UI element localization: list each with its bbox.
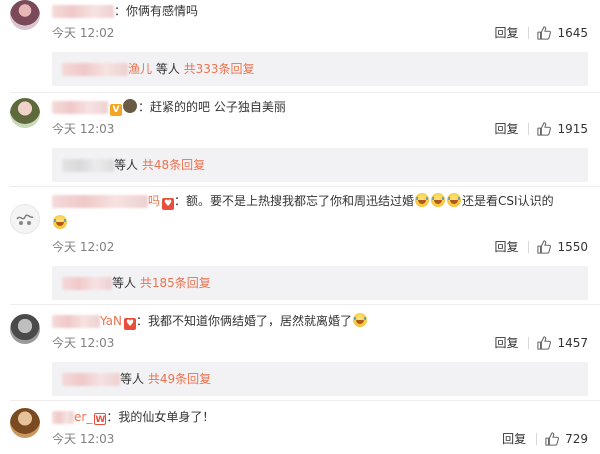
like-button[interactable]: 729 [545,430,588,448]
divider [10,186,600,187]
reply-mid-text: 等人 [112,276,140,290]
timestamp: 今天 12:03 [52,432,115,446]
comment-meta: 今天 12:03 回复 729 [52,430,588,448]
comment-text-line: V ：赶紧的的吧 公子独自美丽 [52,96,588,118]
username[interactable]: 吗 [148,194,160,208]
divider [10,92,600,93]
laugh-cry-emoji-icon [353,313,368,327]
divider [10,304,600,305]
separator: ： [174,194,187,208]
thumbs-up-icon [537,336,552,350]
comment-text-continued: 还是看CSI认识的 [462,194,554,208]
like-button[interactable]: 1915 [537,120,588,138]
avatar[interactable] [10,314,40,344]
reply-users-blurred [62,63,128,76]
laugh-cry-emoji-icon [53,215,67,229]
divider [10,400,600,401]
reply-mid-text: 等人 [114,158,142,172]
separator: ： [106,410,119,424]
like-button[interactable]: 1645 [537,24,588,42]
divider [536,433,538,445]
thumbs-up-icon [537,26,552,40]
timestamp: 今天 12:03 [52,122,115,136]
like-count: 729 [565,432,588,446]
reply-summary[interactable]: 等人 共49条回复 [52,362,588,396]
reply-button[interactable]: 回复 [502,430,526,448]
thumbs-up-icon [537,122,552,136]
avatar[interactable] [10,204,40,234]
vip-badge-icon: ♥ [162,198,175,210]
username[interactable]: er_ [74,410,92,424]
comment-text: 额。要不是上热搜我都忘了你和周迅结过婚 [186,194,415,208]
separator: ： [136,314,149,328]
laugh-cry-emoji-icon [447,193,462,207]
username-blurred[interactable] [52,315,100,328]
comment-text-line: 吗 ♥ ：额。要不是上热搜我都忘了你和周迅结过婚 还是看CSI认识的 [52,190,588,212]
comment-meta: 今天 12:03 回复 1915 [52,120,588,138]
reply-count-link[interactable]: 共185条回复 [140,276,211,290]
avatar-badge-icon [123,99,137,113]
reply-users-blurred [62,159,114,172]
reply-summary[interactable]: 等人 共185条回复 [52,266,588,300]
timestamp: 今天 12:02 [52,26,115,40]
reply-button[interactable]: 回复 [494,238,518,256]
reply-summary[interactable]: 等人 共48条回复 [52,148,588,182]
reply-button[interactable]: 回复 [494,334,518,352]
username-blurred[interactable] [52,101,108,114]
reply-mid-text: 等人 [120,372,148,386]
reply-count-link[interactable]: 共333条回复 [184,62,255,76]
thumbs-up-icon [537,240,552,254]
avatar-sketch-icon [16,214,34,225]
divider [528,27,530,39]
comment-text-line: YaN ♥ ：我都不知道你俩结婚了，居然就离婚了 [52,310,588,332]
avatar[interactable] [10,0,40,30]
comment-text-line: ：你俩有感情吗 [52,0,588,22]
comment-text-line: er_ W：我的仙女单身了！ [52,406,588,428]
vip-badge-icon: ♥ [124,318,137,330]
avatar[interactable] [10,98,40,128]
like-count: 1915 [557,122,588,136]
reply-button[interactable]: 回复 [494,24,518,42]
comment-text: 我都不知道你俩结婚了，居然就离婚了 [148,314,353,328]
separator: ： [138,100,151,114]
vip-badge-icon: W [94,413,107,425]
comment-text-line-2 [52,212,588,234]
comment-meta: 今天 12:03 回复 1457 [52,334,588,352]
like-button[interactable]: 1550 [537,238,588,256]
laugh-cry-emoji-icon [431,193,446,207]
comment-meta: 今天 12:02 回复 1645 [52,24,588,42]
divider [528,123,530,135]
avatar[interactable] [10,408,40,438]
laugh-cry-emoji-icon [415,193,430,207]
timestamp: 今天 12:02 [52,240,115,254]
like-count: 1645 [557,26,588,40]
comment-text: 你俩有感情吗 [126,4,199,18]
thumbs-up-icon [545,432,560,446]
comment-text: 我的仙女单身了！ [118,410,215,424]
divider [528,241,530,253]
reply-count-link[interactable]: 共48条回复 [142,158,205,172]
username-blurred[interactable] [52,411,74,424]
reply-count-link[interactable]: 共49条回复 [148,372,211,386]
reply-users-blurred [62,277,112,290]
comment-meta: 今天 12:02 回复 1550 [52,238,588,256]
reply-mid-text: 等人 [152,62,184,76]
like-count: 1457 [557,336,588,350]
username[interactable]: YaN [100,314,122,328]
timestamp: 今天 12:03 [52,336,115,350]
reply-users: 渔儿 [128,62,153,76]
username-blurred[interactable] [52,5,114,18]
divider [528,337,530,349]
reply-summary[interactable]: 渔儿 等人 共333条回复 [52,52,588,86]
comment-text: 赶紧的的吧 公子独自美丽 [150,100,286,114]
reply-users-blurred [62,373,120,386]
like-count: 1550 [557,240,588,254]
reply-button[interactable]: 回复 [494,120,518,138]
username-blurred[interactable] [52,195,148,208]
vip-badge-icon: V [110,104,122,116]
like-button[interactable]: 1457 [537,334,588,352]
separator: ： [114,4,127,18]
